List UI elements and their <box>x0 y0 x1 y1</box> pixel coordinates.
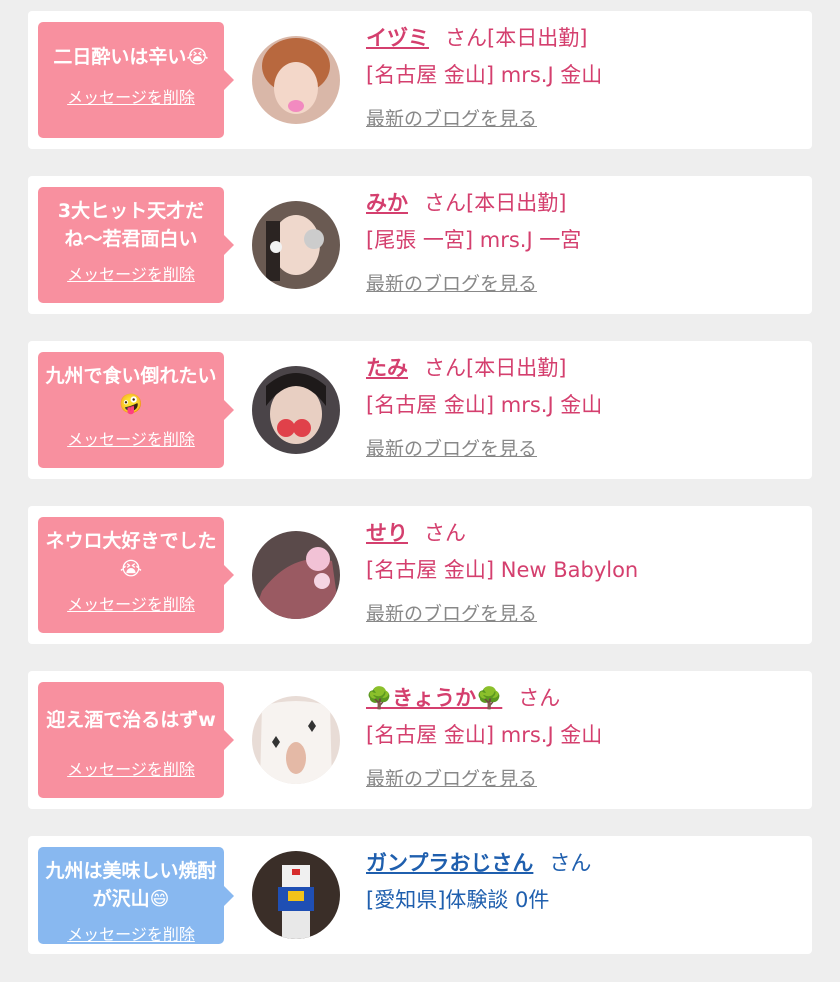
avatar[interactable] <box>252 36 340 124</box>
profile-name-link[interactable]: イヅミ <box>366 26 429 50</box>
message-bubble: ネウロ大好きでした😭 メッセージを削除 <box>38 517 234 633</box>
delete-message-link[interactable]: メッセージを削除 <box>67 426 195 450</box>
delete-message-link[interactable]: メッセージを削除 <box>67 591 195 615</box>
message-text: ネウロ大好きでした😭 <box>45 530 217 580</box>
delete-message-link[interactable]: メッセージを削除 <box>67 84 195 108</box>
avatar[interactable] <box>252 696 340 784</box>
profile-name-link[interactable]: たみ <box>366 356 408 380</box>
profile-name-link[interactable]: みか <box>366 191 408 215</box>
shop-name: [名古屋 金山] mrs.J 金山 <box>366 393 603 417</box>
profile-info: ガンプラおじさん さん [愛知県]体験談 0件 <box>366 846 802 917</box>
profile-info: みか さん[本日出勤] [尾張 一宮] mrs.J 一宮 最新のブログを見る <box>366 186 802 299</box>
message-card: 九州は美味しい焼酎が沢山😄 メッセージを削除 ガンプラおじさん さん [愛知県]体… <box>28 836 812 954</box>
work-status: [本日出勤] <box>487 26 588 50</box>
profile-name-link[interactable]: せり <box>366 521 408 545</box>
message-bubble: 3大ヒット天才だね〜若君面白い メッセージを削除 <box>38 187 234 303</box>
honorific: さん <box>445 26 487 50</box>
honorific: さん <box>518 686 561 710</box>
shop-name: [名古屋 金山] mrs.J 金山 <box>366 723 603 747</box>
work-status: [本日出勤] <box>466 191 567 215</box>
latest-blog-link[interactable]: 最新のブログを見る <box>366 434 537 464</box>
profile-info: たみ さん[本日出勤] [名古屋 金山] mrs.J 金山 最新のブログを見る <box>366 351 802 464</box>
avatar[interactable] <box>252 201 340 289</box>
latest-blog-link[interactable]: 最新のブログを見る <box>366 269 537 299</box>
delete-message-link[interactable]: メッセージを削除 <box>67 756 195 780</box>
honorific: さん <box>424 191 466 215</box>
latest-blog-link[interactable]: 最新のブログを見る <box>366 104 537 134</box>
honorific: さん <box>424 356 466 380</box>
honorific: さん <box>424 521 466 545</box>
delete-message-link[interactable]: メッセージを削除 <box>67 921 195 945</box>
honorific: さん <box>549 851 592 875</box>
experience-report-count: [愛知県]体験談 0件 <box>366 888 550 912</box>
message-card: 九州で食い倒れたい🤪 メッセージを削除 たみ さん[本日出勤] [名古屋 金山] … <box>28 341 812 479</box>
shop-name: [名古屋 金山] New Babylon <box>366 558 639 582</box>
message-bubble: 二日酔いは辛い😭 メッセージを削除 <box>38 22 234 138</box>
message-text: 九州は美味しい焼酎が沢山😄 <box>45 860 217 910</box>
message-card: 迎え酒で治るはずw メッセージを削除 🌳きょうか🌳 さん [名古屋 金山] mrs… <box>28 671 812 809</box>
avatar[interactable] <box>252 531 340 619</box>
message-card: ネウロ大好きでした😭 メッセージを削除 せり さん [名古屋 金山] New Ba… <box>28 506 812 644</box>
message-list: 二日酔いは辛い😭 メッセージを削除 イヅミ さん[本日出勤] [名古屋 金山] m… <box>0 0 840 954</box>
avatar[interactable] <box>252 366 340 454</box>
message-bubble: 迎え酒で治るはずw メッセージを削除 <box>38 682 234 798</box>
avatar[interactable] <box>252 851 340 939</box>
message-text: 二日酔いは辛い😭 <box>53 46 209 68</box>
message-text: 九州で食い倒れたい🤪 <box>45 365 217 415</box>
message-bubble: 九州は美味しい焼酎が沢山😄 メッセージを削除 <box>38 847 234 945</box>
profile-name-link[interactable]: 🌳きょうか🌳 <box>366 686 502 710</box>
profile-info: せり さん [名古屋 金山] New Babylon 最新のブログを見る <box>366 516 802 629</box>
shop-name: [尾張 一宮] mrs.J 一宮 <box>366 228 582 252</box>
latest-blog-link[interactable]: 最新のブログを見る <box>366 599 537 629</box>
shop-name: [名古屋 金山] mrs.J 金山 <box>366 63 603 87</box>
message-card: 3大ヒット天才だね〜若君面白い メッセージを削除 みか さん[本日出勤] [尾張 … <box>28 176 812 314</box>
delete-message-link[interactable]: メッセージを削除 <box>67 261 195 285</box>
work-status: [本日出勤] <box>466 356 567 380</box>
profile-info: 🌳きょうか🌳 さん [名古屋 金山] mrs.J 金山 最新のブログを見る <box>366 681 802 794</box>
message-bubble: 九州で食い倒れたい🤪 メッセージを削除 <box>38 352 234 468</box>
message-card: 二日酔いは辛い😭 メッセージを削除 イヅミ さん[本日出勤] [名古屋 金山] m… <box>28 11 812 149</box>
message-text: 迎え酒で治るはずw <box>46 709 216 731</box>
profile-info: イヅミ さん[本日出勤] [名古屋 金山] mrs.J 金山 最新のブログを見る <box>366 21 802 134</box>
latest-blog-link[interactable]: 最新のブログを見る <box>366 764 537 794</box>
message-text: 3大ヒット天才だね〜若君面白い <box>57 200 205 250</box>
profile-name-link[interactable]: ガンプラおじさん <box>366 851 533 875</box>
